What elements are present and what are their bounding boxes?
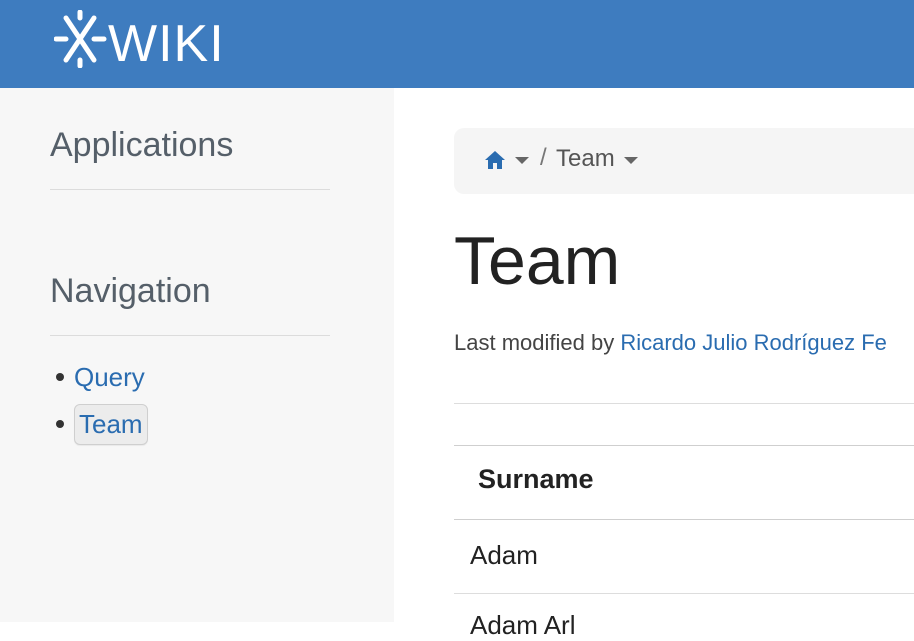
chevron-down-icon[interactable]	[515, 157, 529, 164]
applications-panel-title: Applications	[50, 126, 234, 164]
nav-item-team: Team	[56, 403, 148, 445]
home-icon[interactable]	[484, 150, 506, 170]
top-bar: WIKI	[0, 0, 914, 88]
panel-divider	[50, 189, 330, 190]
table-row-border	[454, 593, 914, 594]
author-link[interactable]: Ricardo Julio Rodríguez Fe	[620, 330, 887, 355]
column-header-surname[interactable]: Surname	[478, 464, 594, 495]
xwiki-logo[interactable]: WIKI	[54, 10, 224, 68]
panel-divider	[50, 335, 330, 336]
table-cell-surname: Adam	[470, 540, 538, 570]
svg-text:WIKI: WIKI	[108, 15, 224, 68]
nav-link-team[interactable]: Team	[74, 403, 148, 445]
table-header-border	[454, 519, 914, 520]
nav-item-query: Query	[56, 357, 145, 397]
bullet-icon	[56, 373, 64, 381]
last-modified-prefix: Last modified by	[454, 330, 615, 355]
sidebar: Applications Navigation Query Team	[0, 88, 394, 622]
page-title: Team	[454, 223, 621, 299]
table-cell-surname: Adam Arl	[470, 610, 576, 640]
navigation-panel-title: Navigation	[50, 272, 211, 310]
bullet-icon	[56, 420, 64, 428]
breadcrumb-separator: /	[540, 144, 547, 171]
breadcrumb-current[interactable]: Team	[556, 145, 615, 173]
chevron-down-icon[interactable]	[624, 157, 638, 164]
table-top-border	[454, 445, 914, 446]
last-modified: Last modified by Ricardo Julio Rodríguez…	[454, 330, 887, 356]
breadcrumb: / Team	[454, 128, 914, 194]
content-divider	[454, 403, 914, 404]
nav-link-query[interactable]: Query	[74, 362, 145, 393]
